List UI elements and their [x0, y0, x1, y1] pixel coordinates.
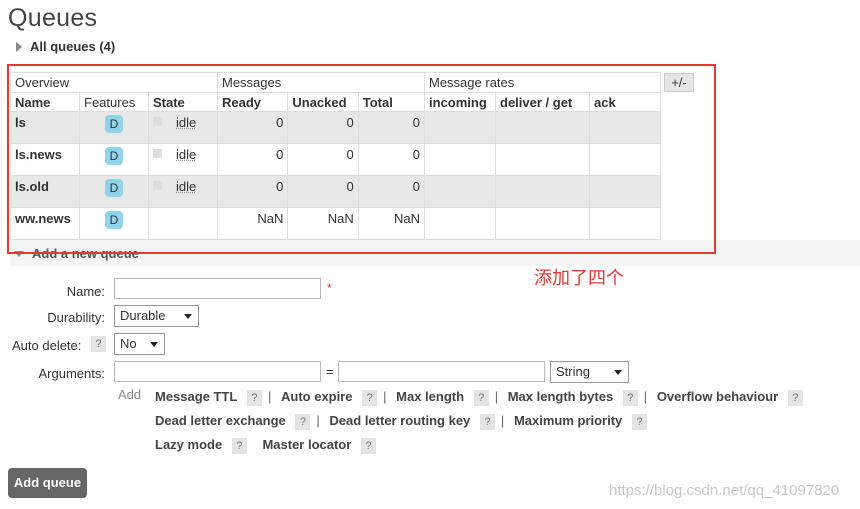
name-input[interactable] — [114, 278, 321, 299]
arg-auto-expire-link[interactable]: Auto expire — [281, 389, 353, 404]
all-queues-label: All queues (4) — [30, 39, 116, 54]
auto-delete-label: Auto delete: — [12, 338, 82, 353]
dropdown-arrow-icon — [184, 314, 192, 319]
help-icon[interactable]: ? — [622, 390, 638, 406]
annotation-text: 添加了四个 — [534, 268, 624, 289]
equals-sign: = — [326, 364, 334, 379]
help-icon[interactable]: ? — [246, 390, 262, 406]
durability-label: Durability: — [47, 310, 105, 325]
auto-delete-select[interactable]: No — [114, 333, 165, 355]
auto-delete-help-icon[interactable]: ? — [91, 336, 106, 352]
auto-delete-value: No — [120, 336, 137, 351]
dropdown-arrow-icon — [150, 342, 158, 347]
arg-overflow-behaviour-link[interactable]: Overflow behaviour — [657, 389, 778, 404]
argument-shortcuts-row-3: Lazy mode ? Master locator ? — [155, 437, 376, 454]
arg-maximum-priority-link[interactable]: Maximum priority — [514, 413, 622, 428]
durability-select[interactable]: Durable — [114, 305, 199, 327]
help-icon[interactable]: ? — [631, 414, 647, 430]
argument-shortcuts-row-2: Dead letter exchange ? | Dead letter rout… — [155, 413, 647, 430]
arg-dead-letter-exchange-link[interactable]: Dead letter exchange — [155, 413, 286, 428]
argument-key-input[interactable] — [114, 361, 321, 382]
add-queue-button[interactable]: Add queue — [8, 468, 87, 498]
argument-type-value: String — [556, 364, 590, 379]
help-icon[interactable]: ? — [362, 390, 378, 406]
expand-triangle-icon — [16, 42, 22, 52]
help-icon[interactable]: ? — [479, 414, 495, 430]
add-argument-label: Add — [118, 387, 142, 402]
durability-value: Durable — [120, 308, 166, 323]
argument-shortcuts-row-1: Message TTL ? | Auto expire ? | Max length… — [155, 389, 803, 406]
help-icon[interactable]: ? — [295, 414, 311, 430]
arg-max-length-bytes-link[interactable]: Max length bytes — [508, 389, 613, 404]
all-queues-toggle[interactable]: All queues (4) — [16, 39, 115, 54]
help-icon[interactable]: ? — [787, 390, 803, 406]
arg-max-length-link[interactable]: Max length — [396, 389, 464, 404]
help-icon[interactable]: ? — [231, 438, 247, 454]
dropdown-arrow-icon — [614, 370, 622, 375]
arg-lazy-mode-link[interactable]: Lazy mode — [155, 437, 222, 452]
help-icon[interactable]: ? — [473, 390, 489, 406]
argument-type-select[interactable]: String — [550, 361, 629, 383]
highlight-box — [7, 64, 716, 254]
watermark: https://blog.csdn.net/qq_41097820 — [609, 482, 840, 499]
arguments-label: Arguments: — [38, 366, 105, 381]
name-label: Name: — [66, 284, 105, 299]
page-title: Queues — [8, 4, 98, 32]
arg-dead-letter-routing-key-link[interactable]: Dead letter routing key — [329, 413, 470, 428]
arg-message-ttl-link[interactable]: Message TTL — [155, 389, 237, 404]
arg-master-locator-link[interactable]: Master locator — [262, 437, 351, 452]
required-mark: * — [327, 281, 332, 295]
help-icon[interactable]: ? — [360, 438, 376, 454]
argument-value-input[interactable] — [338, 361, 545, 382]
